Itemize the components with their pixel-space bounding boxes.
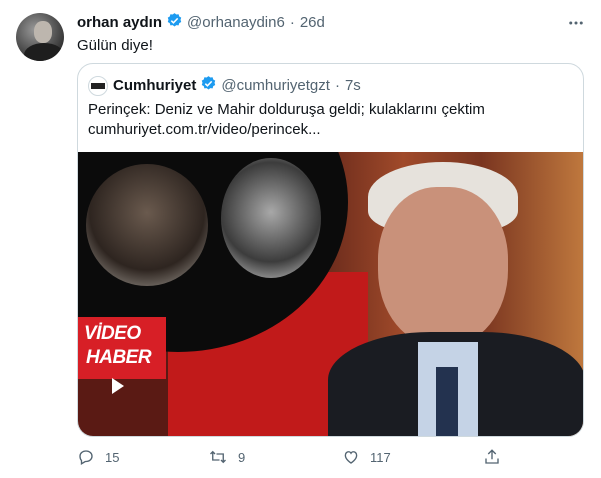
quote-text: Perinçek: Deniz ve Mahir dolduruşa geldi… <box>88 100 568 140</box>
quote-author-name[interactable]: Cumhuriyet <box>113 77 196 94</box>
quote-separator-dot: · <box>334 77 340 94</box>
quote-avatar-logo <box>91 82 105 89</box>
quote-author-handle[interactable]: @cumhuriyetgzt <box>221 77 330 94</box>
quote-header: Cumhuriyet @cumhuriyetgzt · 7s <box>88 75 361 96</box>
more-icon[interactable] <box>567 14 585 37</box>
quote-verified-icon <box>200 75 217 96</box>
quote-avatar[interactable] <box>88 75 108 96</box>
reply-icon <box>79 450 93 465</box>
tweet-header: orhan aydın @orhanaydin6 · 26d <box>77 12 325 33</box>
speaker-figure <box>328 162 583 436</box>
quoted-tweet[interactable]: Cumhuriyet @cumhuriyetgzt · 7s Perinçek:… <box>77 63 584 437</box>
tweet-time[interactable]: 26d <box>300 14 325 31</box>
reply-button[interactable]: 15 <box>77 448 119 466</box>
verified-badge-icon <box>166 12 183 33</box>
author-avatar[interactable] <box>16 13 64 61</box>
avatar-body <box>24 43 64 61</box>
video-news-badge: VİDEO HABER <box>78 317 166 379</box>
play-icon[interactable] <box>112 378 124 394</box>
share-button[interactable] <box>483 448 511 466</box>
share-icon <box>485 449 499 464</box>
quote-time[interactable]: 7s <box>345 77 361 94</box>
quote-media-image[interactable]: VİDEO HABER <box>78 152 583 436</box>
retweet-button[interactable]: 9 <box>208 448 245 466</box>
speaker-tie <box>436 367 458 436</box>
like-button[interactable]: 117 <box>342 448 391 466</box>
author-handle[interactable]: @orhanaydin6 <box>187 14 285 31</box>
portrait-left <box>86 164 208 286</box>
reply-count: 15 <box>105 449 120 465</box>
speaker-head <box>378 187 508 347</box>
separator-dot: · <box>289 14 295 31</box>
badge-line-2: HABER <box>86 347 152 368</box>
avatar-face <box>34 21 52 43</box>
heart-icon <box>344 451 358 464</box>
quote-text-line: Perinçek: Deniz ve Mahir dolduruşa geldi… <box>88 101 485 118</box>
tweet-text: Gülün diye! <box>77 37 153 54</box>
author-name[interactable]: orhan aydın <box>77 14 162 31</box>
action-bar: 15 9 117 <box>77 444 517 472</box>
retweet-icon <box>210 450 226 464</box>
portrait-right <box>221 158 321 278</box>
retweet-count: 9 <box>238 449 246 465</box>
like-count: 117 <box>370 449 391 465</box>
quote-link[interactable]: cumhuriyet.com.tr/video/perincek... <box>88 120 568 140</box>
badge-line-1: VİDEO <box>84 323 141 344</box>
